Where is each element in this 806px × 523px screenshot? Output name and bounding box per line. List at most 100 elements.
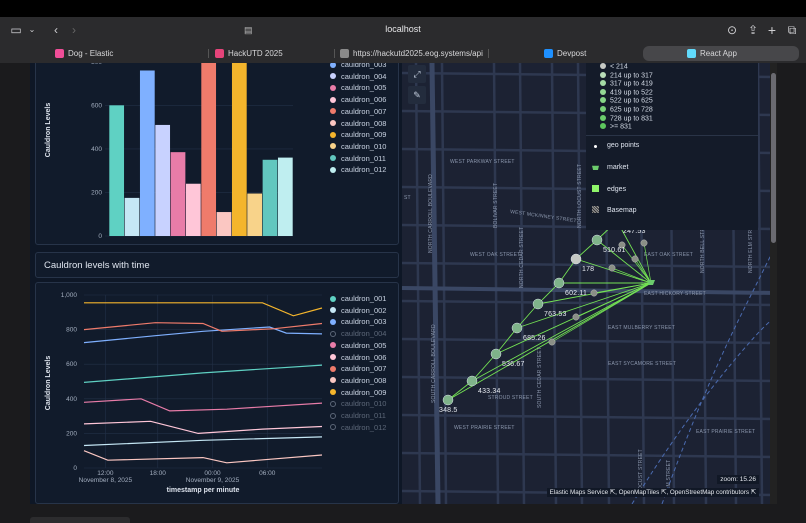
legend-dot-icon bbox=[330, 120, 336, 126]
x-tick-sublabel: November 8, 2025 bbox=[79, 477, 133, 484]
react-favicon-icon bbox=[687, 49, 696, 58]
tab-devpost[interactable]: Devpost bbox=[541, 46, 631, 61]
street-label: ST bbox=[404, 195, 411, 201]
new-tab-button[interactable]: + bbox=[764, 23, 780, 37]
legend-range-item: 522 up to 625 bbox=[600, 97, 653, 105]
y-tick-label: 600 bbox=[91, 102, 102, 109]
street-label: EAST MULBERRY STREET bbox=[608, 325, 675, 331]
layer-market[interactable]: market bbox=[592, 163, 628, 171]
legend-item-cauldron_011[interactable]: cauldron_011 bbox=[330, 411, 386, 420]
browser-nav-row: ▭ ⌄ ‹ › ▤ localhost ⊙ ⇪ + ⧉ bbox=[0, 17, 806, 43]
tab-bar: Dog - Elastic HackUTD 2025 https://hacku… bbox=[0, 44, 806, 63]
scrollbar-thumb[interactable] bbox=[771, 73, 776, 243]
legend-item-cauldron_006[interactable]: cauldron_006 bbox=[330, 353, 386, 362]
map-street bbox=[414, 63, 422, 504]
browser-chrome: ▭ ⌄ ‹ › ▤ localhost ⊙ ⇪ + ⧉ Dog - Elasti… bbox=[0, 17, 806, 63]
map-geo-point bbox=[572, 313, 580, 321]
legend-label: cauldron_007 bbox=[341, 106, 387, 116]
legend-item-cauldron_008[interactable]: cauldron_008 bbox=[330, 376, 386, 385]
map-street bbox=[440, 63, 448, 504]
legend-dot-icon bbox=[330, 73, 336, 80]
legend-label: cauldron_010 bbox=[341, 141, 387, 151]
map-node-label: 536.67 bbox=[502, 361, 525, 368]
legend-item-cauldron_011[interactable]: cauldron_011 bbox=[330, 154, 386, 163]
legend-item-cauldron_001[interactable]: cauldron_001 bbox=[330, 294, 386, 303]
legend-item-cauldron_007[interactable]: cauldron_007 bbox=[330, 364, 386, 373]
legend-item-cauldron_009[interactable]: cauldron_009 bbox=[330, 388, 386, 397]
legend-item-cauldron_006[interactable]: cauldron_006 bbox=[330, 95, 386, 104]
range-label: 625 up to 728 bbox=[610, 106, 653, 114]
legend-item-cauldron_002[interactable]: cauldron_002 bbox=[330, 306, 386, 315]
y-axis-label: Cauldron Levels bbox=[45, 103, 52, 158]
legend-item-cauldron_009[interactable]: cauldron_009 bbox=[330, 130, 386, 139]
tab-separator bbox=[488, 49, 489, 58]
legend-item-cauldron_005[interactable]: cauldron_005 bbox=[330, 341, 386, 350]
street-label: NORTH CARROLL BOULEVARD bbox=[428, 174, 434, 253]
map-geo-point bbox=[631, 255, 639, 263]
legend-item-cauldron_007[interactable]: cauldron_007 bbox=[330, 107, 386, 116]
tab-react-app[interactable]: React App bbox=[643, 46, 799, 61]
forward-button[interactable]: › bbox=[66, 23, 82, 37]
y-tick-label: 600 bbox=[66, 361, 77, 368]
legend-item-cauldron_003[interactable]: cauldron_003 bbox=[330, 317, 386, 326]
share-icon[interactable]: ⇪ bbox=[745, 23, 761, 37]
y-tick-label: 0 bbox=[98, 233, 102, 240]
legend-item-cauldron_008[interactable]: cauldron_008 bbox=[330, 119, 386, 128]
tab-overview-icon[interactable]: ⧉ bbox=[784, 23, 800, 37]
address-bar[interactable]: ▤ localhost bbox=[236, 21, 570, 40]
legend-label: cauldron_001 bbox=[341, 294, 387, 303]
legend-label: cauldron_005 bbox=[341, 340, 387, 350]
map-view[interactable]: WEST PARKWAY STREET WEST MCKINNEY STREET W… bbox=[402, 63, 777, 504]
tab-hackutd[interactable]: HackUTD 2025 bbox=[212, 46, 332, 61]
range-dot-icon bbox=[600, 123, 606, 130]
back-button[interactable]: ‹ bbox=[48, 23, 64, 37]
legend-item-cauldron_004[interactable]: cauldron_004 bbox=[330, 72, 386, 81]
legend-dot-icon bbox=[330, 155, 336, 162]
legend-range-item: 625 up to 728 bbox=[600, 106, 653, 114]
tab-label: HackUTD 2025 bbox=[228, 49, 283, 58]
chevron-down-icon[interactable]: ⌄ bbox=[24, 23, 40, 37]
legend-label: cauldron_007 bbox=[341, 364, 387, 374]
legend-dot-icon bbox=[330, 330, 336, 337]
legend-dot-icon bbox=[330, 377, 336, 384]
legend-item-cauldron_004[interactable]: cauldron_004 bbox=[330, 329, 386, 338]
legend-dot-icon bbox=[330, 84, 336, 91]
fullscreen-icon[interactable]: ⤢ bbox=[408, 65, 426, 83]
map-node-label: 178 bbox=[582, 266, 594, 273]
legend-range-item: >= 831 bbox=[600, 123, 632, 131]
legend-label: cauldron_010 bbox=[341, 399, 387, 409]
tab-dog-elastic[interactable]: Dog - Elastic bbox=[52, 46, 202, 61]
bottom-tab bbox=[30, 517, 130, 523]
legend-item-cauldron_012[interactable]: cauldron_012 bbox=[330, 423, 386, 432]
range-label: 522 up to 625 bbox=[610, 97, 653, 105]
layer-edges[interactable]: edges bbox=[592, 185, 626, 193]
tab-api[interactable]: https://hackutd2025.eog.systems/api/... bbox=[337, 46, 483, 61]
legend-item-cauldron_005[interactable]: cauldron_005 bbox=[330, 83, 386, 92]
y-tick-label: 200 bbox=[66, 430, 77, 437]
legend-item-cauldron_012[interactable]: cauldron_012 bbox=[330, 165, 386, 174]
legend-label: cauldron_012 bbox=[341, 165, 387, 175]
map-attribution[interactable]: Elastic Maps Service ⇱, OpenMapTiles ⇱, … bbox=[546, 488, 759, 497]
download-icon[interactable]: ⊙ bbox=[724, 23, 740, 37]
legend-item-cauldron_010[interactable]: cauldron_010 bbox=[330, 142, 386, 151]
legend-dot-icon bbox=[330, 342, 336, 349]
bar-cauldron_008 bbox=[216, 212, 232, 236]
layer-geo-points[interactable]: geo points bbox=[592, 142, 639, 149]
range-dot-icon bbox=[600, 63, 606, 69]
bar-cauldron_010 bbox=[247, 193, 263, 236]
map-node bbox=[490, 348, 502, 360]
legend-divider bbox=[586, 135, 758, 136]
map-boulevard bbox=[429, 63, 441, 504]
map-legend-panel: < 214 214 up to 317 317 up to 419 419 up to… bbox=[586, 63, 758, 230]
legend-label: cauldron_002 bbox=[341, 305, 387, 315]
layer-basemap[interactable]: Basemap bbox=[592, 206, 637, 214]
legend-item-cauldron_010[interactable]: cauldron_010 bbox=[330, 399, 386, 408]
map-node bbox=[553, 277, 565, 289]
street-label: WEST MCKINNEY STREET bbox=[510, 209, 577, 224]
map-street bbox=[402, 375, 777, 383]
sidebar-toggle-icon[interactable]: ▭ bbox=[8, 23, 24, 37]
map-node bbox=[442, 394, 454, 406]
legend-item-cauldron_003[interactable]: cauldron_003 bbox=[330, 63, 386, 69]
street-label: NORTH LOCUST STREET bbox=[577, 164, 583, 228]
draw-tool-icon[interactable]: ✎ bbox=[408, 86, 426, 104]
